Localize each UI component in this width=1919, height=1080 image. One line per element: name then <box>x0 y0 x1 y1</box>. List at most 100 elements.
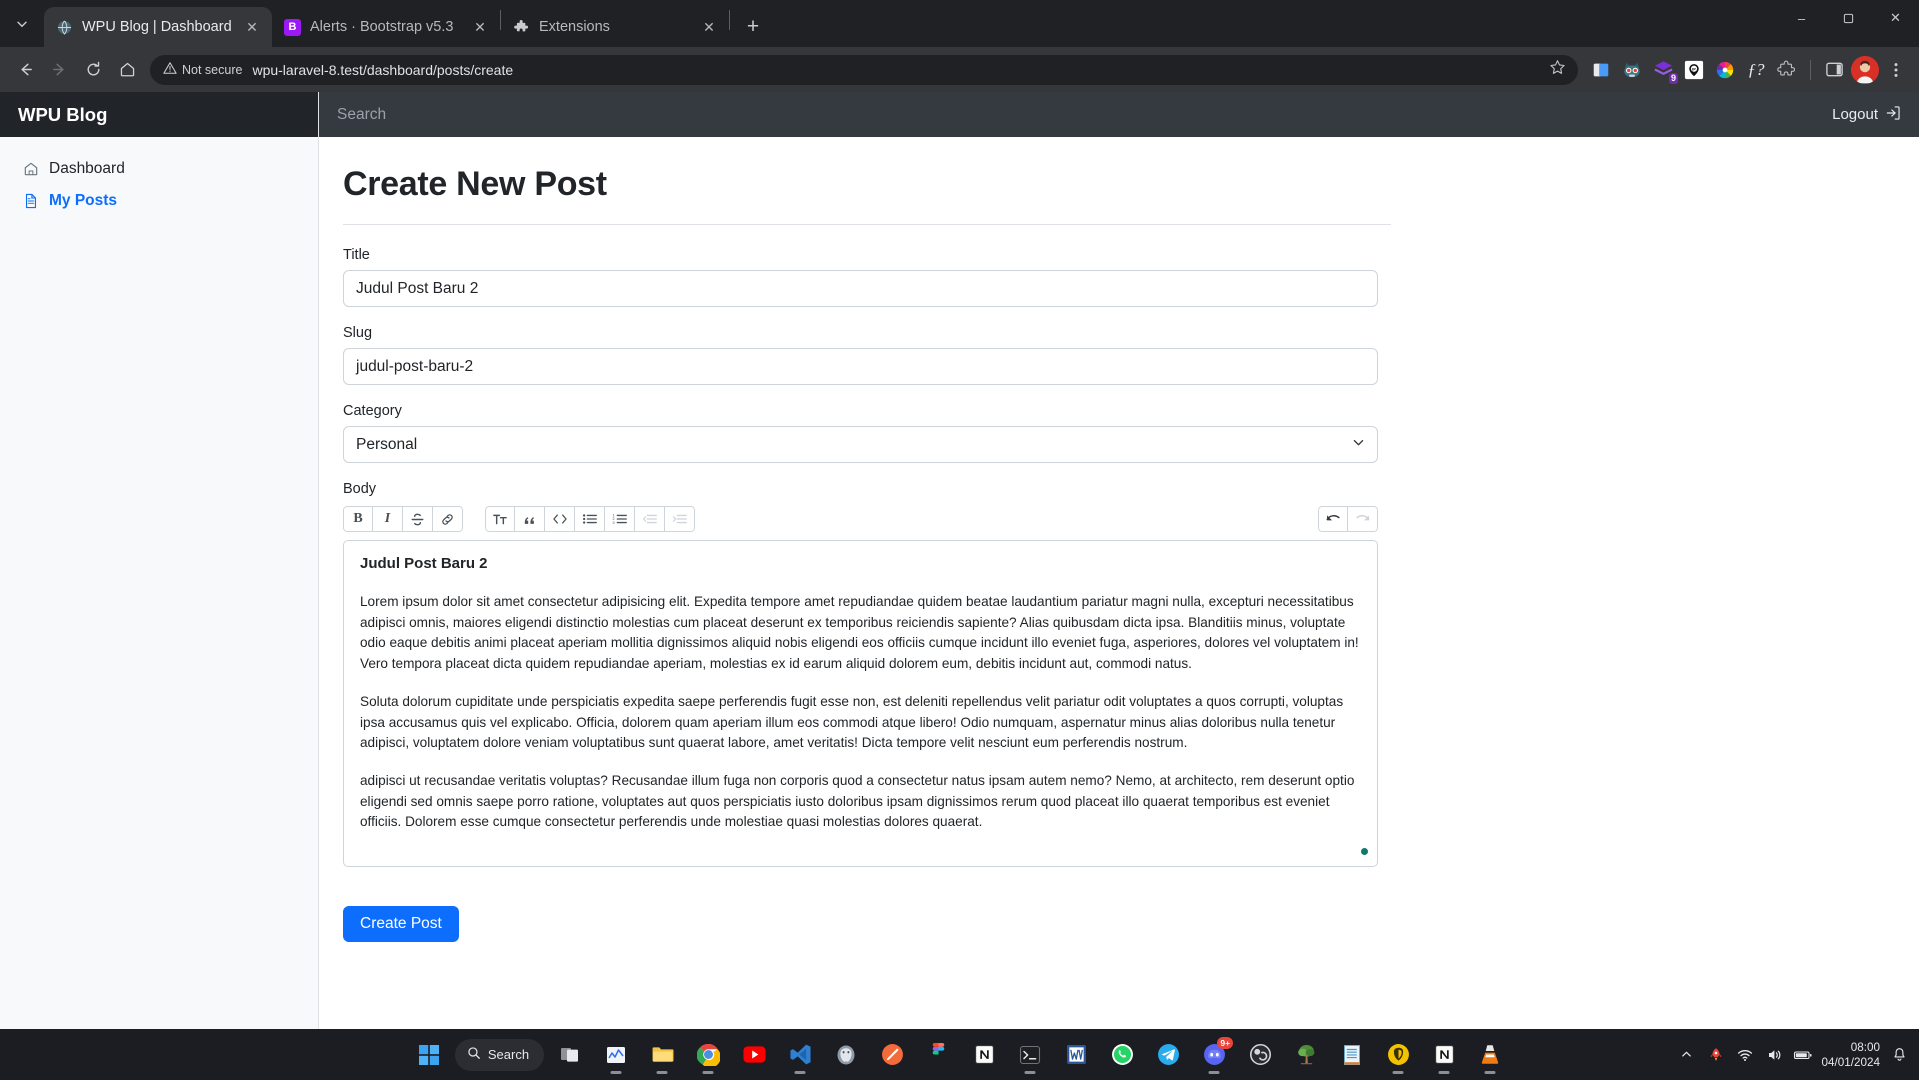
bitwarden-icon[interactable] <box>1378 1035 1418 1075</box>
minimize-button[interactable]: – <box>1778 0 1825 36</box>
ip-location-extension-icon[interactable]: IP <box>1680 56 1708 84</box>
body-editor[interactable]: Judul Post Baru 2 Lorem ipsum dolor sit … <box>343 540 1378 867</box>
close-icon[interactable]: ✕ <box>242 17 262 37</box>
browser-tab-extensions[interactable]: Extensions ✕ <box>501 7 729 47</box>
discord-icon[interactable]: 9+ <box>1194 1035 1234 1075</box>
figma-icon[interactable] <box>918 1035 958 1075</box>
blockquote-button[interactable] <box>515 506 545 532</box>
app-brand[interactable]: WPU Blog <box>0 92 318 137</box>
tab-title: Alerts · Bootstrap v5.3 <box>310 19 461 35</box>
sidebar-item-my-posts[interactable]: My Posts <box>12 185 306 217</box>
create-post-button[interactable]: Create Post <box>343 906 459 942</box>
terminal-icon[interactable] <box>1010 1035 1050 1075</box>
svg-text:IP: IP <box>1692 66 1696 71</box>
maximize-button[interactable] <box>1825 0 1872 36</box>
notepad-icon[interactable] <box>1332 1035 1372 1075</box>
sidebar-nav: Dashboard My Posts <box>0 137 318 233</box>
category-selected-value: Personal <box>356 436 417 454</box>
cat-avatar-extension-icon[interactable] <box>1618 56 1646 84</box>
body-label: Body <box>343 481 1379 497</box>
show-hidden-icons-chevron[interactable] <box>1677 1048 1697 1061</box>
taskbar-search-button[interactable]: Search <box>455 1039 544 1071</box>
chevron-down-icon <box>1352 436 1365 454</box>
widgets-chart-icon[interactable] <box>596 1035 636 1075</box>
three-dot-menu-icon[interactable] <box>1882 56 1910 84</box>
wifi-icon[interactable] <box>1735 1047 1755 1063</box>
not-secure-indicator[interactable]: Not secure <box>163 61 252 78</box>
undo-button[interactable] <box>1318 506 1348 532</box>
layers-extension-icon[interactable]: 9 <box>1649 56 1677 84</box>
numbered-list-button[interactable]: 123 <box>605 506 635 532</box>
svg-text:3: 3 <box>612 521 614 525</box>
logout-button[interactable]: Logout <box>1832 105 1901 125</box>
postgresql-icon[interactable] <box>826 1035 866 1075</box>
color-wheel-extension-icon[interactable] <box>1711 56 1739 84</box>
editor-paragraph: Soluta dolorum cupiditate unde perspicia… <box>360 692 1361 754</box>
browser-toolbar: Not secure wpu-laravel-8.test/dashboard/… <box>0 47 1919 92</box>
code-button[interactable] <box>545 506 575 532</box>
close-icon[interactable]: ✕ <box>470 17 490 37</box>
close-window-button[interactable]: ✕ <box>1872 0 1919 36</box>
home-button[interactable] <box>111 54 143 86</box>
back-button[interactable] <box>9 54 41 86</box>
address-bar[interactable]: Not secure wpu-laravel-8.test/dashboard/… <box>150 55 1578 85</box>
tab-search-chevron-icon[interactable] <box>4 6 40 42</box>
globe-icon <box>56 19 73 36</box>
vlc-media-player-icon[interactable] <box>1470 1035 1510 1075</box>
obs-studio-icon[interactable] <box>1240 1035 1280 1075</box>
italic-button[interactable]: I <box>373 506 403 532</box>
content-wrapper: Search Logout Create New Post Title Judu… <box>319 92 1919 1029</box>
field-group-title: Title Judul Post Baru 2 <box>343 247 1379 307</box>
browser-tab-bootstrap-alerts[interactable]: B Alerts · Bootstrap v5.3 ✕ <box>272 7 500 47</box>
postman-icon[interactable] <box>872 1035 912 1075</box>
clock-date: 04/01/2024 <box>1822 1055 1881 1070</box>
sidebar-item-dashboard[interactable]: Dashboard <box>12 153 306 185</box>
bold-button[interactable]: B <box>343 506 373 532</box>
field-group-slug: Slug judul-post-baru-2 <box>343 325 1379 385</box>
google-chrome-icon[interactable] <box>688 1035 728 1075</box>
font-inspector-extension-icon[interactable]: ƒ? <box>1742 56 1770 84</box>
task-view-icon[interactable] <box>550 1035 590 1075</box>
windows-start-icon[interactable] <box>409 1035 449 1075</box>
star-icon[interactable] <box>1549 59 1572 81</box>
vs-code-icon[interactable] <box>780 1035 820 1075</box>
notification-bell-icon[interactable] <box>1889 1047 1909 1062</box>
title-input[interactable]: Judul Post Baru 2 <box>343 270 1378 307</box>
microsoft-word-icon[interactable] <box>1056 1035 1096 1075</box>
sidebar-item-label: Dashboard <box>49 160 125 178</box>
reload-button[interactable] <box>77 54 109 86</box>
url-text: wpu-laravel-8.test/dashboard/posts/creat… <box>252 62 513 78</box>
bootstrap-icon: B <box>284 19 301 36</box>
notion-calendar-icon[interactable] <box>1424 1035 1464 1075</box>
youtube-icon[interactable] <box>734 1035 774 1075</box>
reading-list-icon[interactable] <box>1587 56 1615 84</box>
window-controls: – ✕ <box>1778 0 1919 47</box>
close-icon[interactable]: ✕ <box>699 17 719 37</box>
volume-icon[interactable] <box>1764 1047 1784 1063</box>
notion-icon[interactable] <box>964 1035 1004 1075</box>
link-button[interactable] <box>433 506 463 532</box>
category-select[interactable]: Personal <box>343 426 1378 463</box>
increase-indent-button <box>665 506 695 532</box>
slug-input[interactable]: judul-post-baru-2 <box>343 348 1378 385</box>
strikethrough-button[interactable] <box>403 506 433 532</box>
new-tab-button[interactable]: + <box>736 10 770 44</box>
battery-icon[interactable] <box>1793 1047 1813 1063</box>
browser-tab-wpu-blog[interactable]: WPU Blog | Dashboard ✕ <box>44 7 272 47</box>
side-panel-icon[interactable] <box>1820 56 1848 84</box>
bullet-list-button[interactable] <box>575 506 605 532</box>
rocket-tray-icon[interactable] <box>1706 1047 1726 1063</box>
running-indicator <box>1439 1071 1450 1074</box>
search-input[interactable]: Search <box>337 106 386 124</box>
extensions-puzzle-icon[interactable] <box>1773 56 1801 84</box>
puzzle-icon <box>513 19 530 36</box>
editor-toolbar: B I <box>343 504 1378 534</box>
running-indicator <box>1025 1071 1036 1074</box>
file-explorer-icon[interactable] <box>642 1035 682 1075</box>
heading-button[interactable] <box>485 506 515 532</box>
laragon-icon[interactable] <box>1286 1035 1326 1075</box>
telegram-icon[interactable] <box>1148 1035 1188 1075</box>
profile-avatar[interactable] <box>1851 56 1879 84</box>
whatsapp-icon[interactable] <box>1102 1035 1142 1075</box>
taskbar-clock[interactable]: 08:00 04/01/2024 <box>1822 1040 1881 1070</box>
